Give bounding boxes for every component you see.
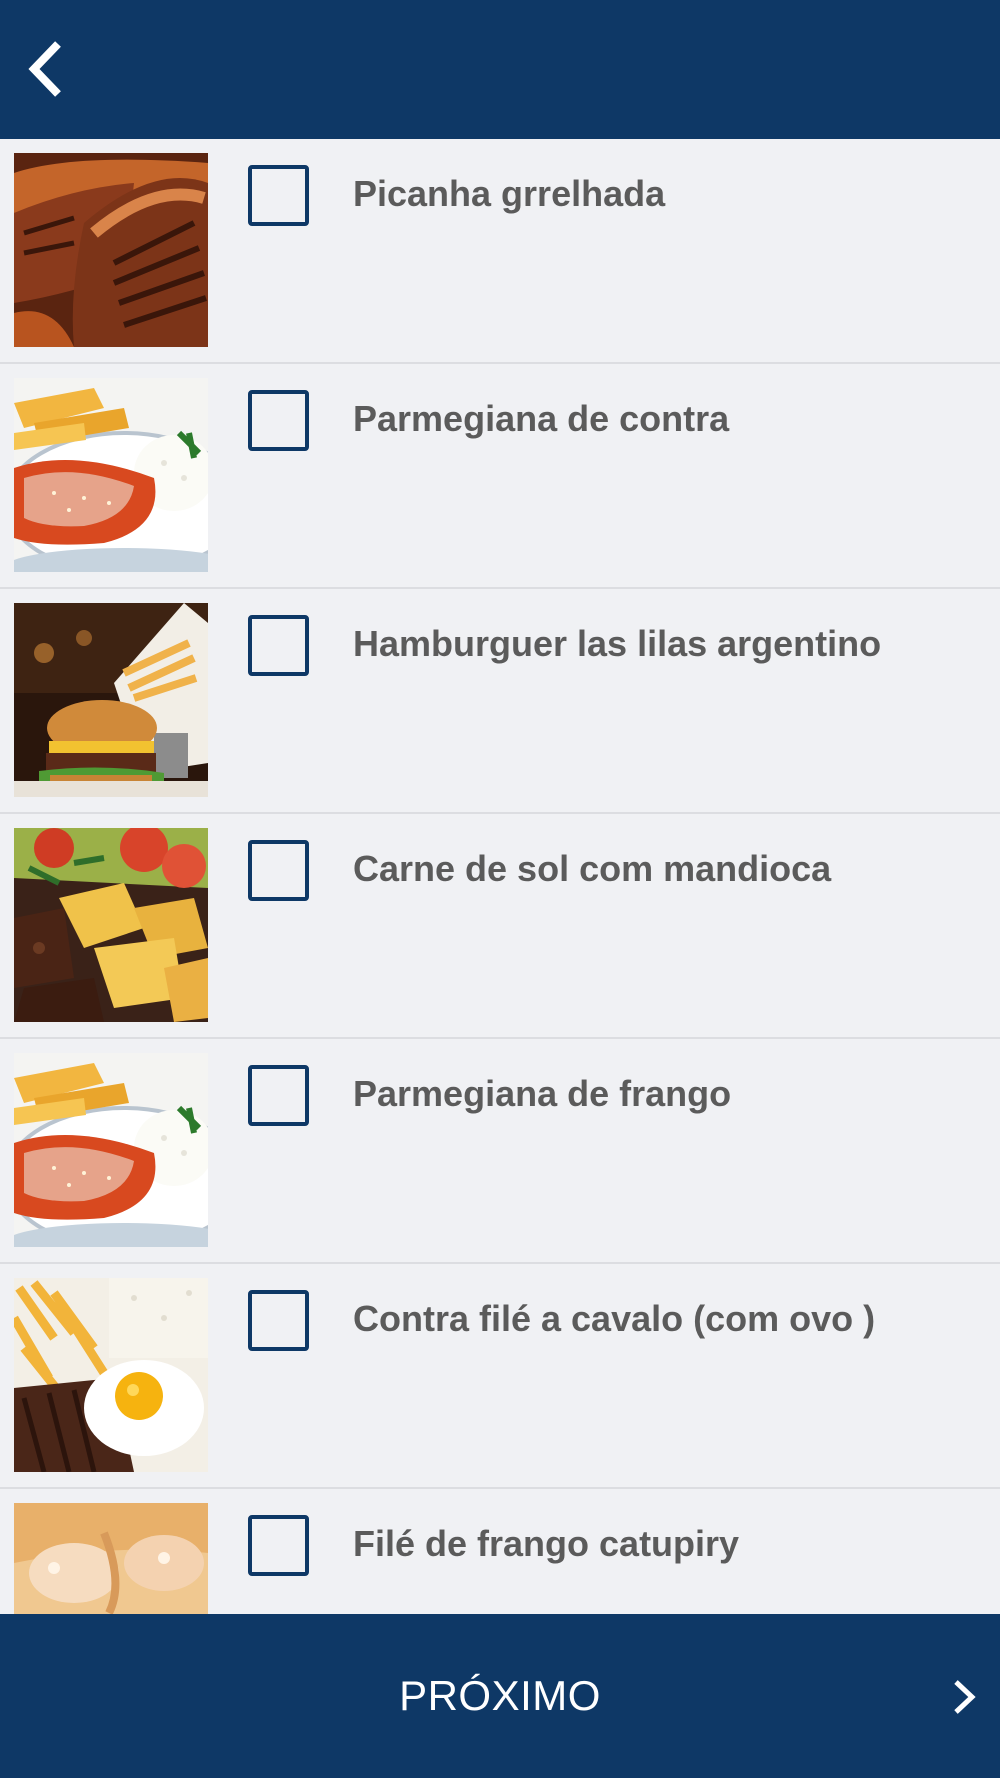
list-item[interactable]: Parmegiana de contra (0, 364, 1000, 589)
top-app-bar (0, 0, 1000, 139)
chevron-left-icon (28, 41, 61, 97)
list-item[interactable]: Contra filé a cavalo (com ovo ) (0, 1264, 1000, 1489)
back-button[interactable] (22, 36, 72, 102)
list-item[interactable]: Parmegiana de frango (0, 1039, 1000, 1264)
item-checkbox[interactable] (248, 1065, 309, 1126)
item-label: Filé de frango catupiry (353, 1523, 740, 1564)
list-item[interactable]: Carne de sol com mandioca (0, 814, 1000, 1039)
list-item[interactable]: Filé de frango catupiry (0, 1489, 1000, 1614)
item-checkbox[interactable] (248, 1290, 309, 1351)
item-photo (14, 828, 208, 1022)
item-checkbox[interactable] (248, 615, 309, 676)
list-item[interactable]: Picanha grrelhada (0, 139, 1000, 364)
list-item[interactable]: Hamburguer las lilas argentino (0, 589, 1000, 814)
chevron-right-icon (954, 1680, 976, 1714)
item-checkbox[interactable] (248, 165, 309, 226)
next-button-label: PRÓXIMO (399, 1672, 601, 1719)
item-photo (14, 153, 208, 347)
item-photo (14, 1503, 208, 1614)
item-label: Contra filé a cavalo (com ovo ) (353, 1298, 876, 1339)
item-label: Parmegiana de contra (353, 398, 730, 439)
item-photo (14, 1053, 208, 1247)
item-photo (14, 1278, 208, 1472)
item-label: Picanha grrelhada (353, 173, 666, 214)
item-label: Carne de sol com mandioca (353, 848, 832, 889)
item-label: Hamburguer las lilas argentino (353, 623, 882, 664)
item-photo (14, 378, 208, 572)
item-checkbox[interactable] (248, 390, 309, 451)
menu-item-list[interactable]: Picanha grrelhada Parmegiana de contra H… (0, 139, 1000, 1614)
item-label: Parmegiana de frango (353, 1073, 732, 1114)
item-checkbox[interactable] (248, 1515, 309, 1576)
item-checkbox[interactable] (248, 840, 309, 901)
next-button[interactable]: PRÓXIMO (0, 1614, 1000, 1778)
item-photo (14, 603, 208, 797)
